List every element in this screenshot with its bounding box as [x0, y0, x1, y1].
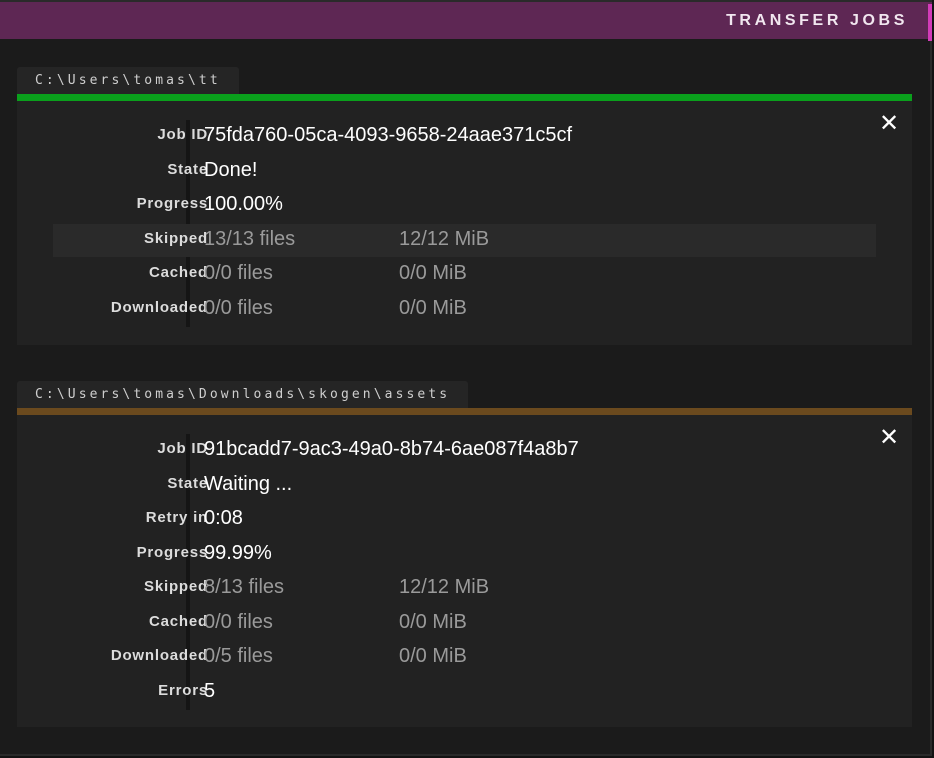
row-cached: Cached 0/0 files 0/0 MiB — [53, 607, 876, 640]
status-bar — [17, 408, 912, 415]
close-icon[interactable]: ✕ — [876, 425, 902, 451]
job-card: ✕ Job ID 91bcadd7-9ac3-49a0-8b74-6ae087f… — [17, 415, 912, 727]
value-progress: 100.00% — [204, 193, 283, 215]
value-state: Done! — [204, 159, 258, 181]
value-skipped-files: 8/13 files — [204, 576, 285, 598]
value-skipped-size: 12/12 MiB — [399, 576, 490, 598]
row-downloaded: Downloaded 0/0 files 0/0 MiB — [53, 293, 876, 326]
close-icon[interactable]: ✕ — [876, 111, 902, 137]
value-retry-in: 0:08 — [204, 507, 243, 529]
label-job-id: Job ID — [157, 126, 208, 143]
value-skipped-size: 12/12 MiB — [399, 228, 490, 250]
value-cached-files: 0/0 files — [204, 262, 273, 284]
row-job-id: Job ID 75fda760-05ca-4093-9658-24aae371c… — [53, 120, 876, 153]
value-downloaded-files: 0/0 files — [204, 297, 273, 319]
row-errors: Errors 5 — [53, 676, 876, 709]
value-cached-size: 0/0 MiB — [399, 611, 467, 633]
row-downloaded: Downloaded 0/5 files 0/0 MiB — [53, 641, 876, 674]
value-job-id: 75fda760-05ca-4093-9658-24aae371c5cf — [204, 124, 573, 146]
value-downloaded-size: 0/0 MiB — [399, 645, 467, 667]
label-state: State — [167, 475, 208, 492]
row-state: State Done! — [53, 155, 876, 188]
job-panel: C:\Users\tomas\Downloads\skogen\assets ✕… — [17, 381, 912, 728]
value-job-id: 91bcadd7-9ac3-49a0-8b74-6ae087f4a8b7 — [204, 438, 579, 460]
label-cached: Cached — [149, 613, 208, 630]
row-cached: Cached 0/0 files 0/0 MiB — [53, 258, 876, 291]
label-skipped: Skipped — [144, 578, 208, 595]
job-path-tab[interactable]: C:\Users\tomas\Downloads\skogen\assets — [17, 381, 469, 408]
row-skipped: Skipped 13/13 files 12/12 MiB — [53, 224, 876, 257]
label-errors: Errors — [158, 682, 208, 699]
value-state: Waiting ... — [204, 473, 293, 495]
row-job-id: Job ID 91bcadd7-9ac3-49a0-8b74-6ae087f4a… — [53, 434, 876, 467]
header-bar: TRANSFER JOBS — [0, 0, 932, 41]
label-downloaded: Downloaded — [110, 299, 208, 316]
row-retry-in: Retry in 0:08 — [53, 503, 876, 536]
value-cached-files: 0/0 files — [204, 611, 273, 633]
row-skipped: Skipped 8/13 files 12/12 MiB — [53, 572, 876, 605]
value-cached-size: 0/0 MiB — [399, 262, 467, 284]
header-accent — [928, 4, 932, 41]
job-path-tab[interactable]: C:\Users\tomas\tt — [17, 67, 239, 94]
row-progress: Progress 100.00% — [53, 189, 876, 222]
header-title: TRANSFER JOBS — [726, 12, 908, 29]
status-bar — [17, 94, 912, 101]
label-cached: Cached — [149, 264, 208, 281]
value-errors: 5 — [204, 680, 216, 702]
label-progress: Progress — [136, 544, 208, 561]
label-skipped: Skipped — [144, 230, 208, 247]
label-state: State — [167, 161, 208, 178]
value-progress: 99.99% — [204, 542, 272, 564]
value-downloaded-size: 0/0 MiB — [399, 297, 467, 319]
row-progress: Progress 99.99% — [53, 538, 876, 571]
label-downloaded: Downloaded — [110, 647, 208, 664]
job-panel: C:\Users\tomas\tt ✕ Job ID 75fda760-05ca… — [17, 67, 912, 345]
value-skipped-files: 13/13 files — [204, 228, 296, 250]
transfer-jobs-window: TRANSFER JOBS C:\Users\tomas\tt ✕ Job ID… — [0, 0, 932, 756]
label-retry-in: Retry in — [145, 509, 208, 526]
job-card: ✕ Job ID 75fda760-05ca-4093-9658-24aae37… — [17, 101, 912, 345]
row-state: State Waiting ... — [53, 469, 876, 502]
label-job-id: Job ID — [157, 440, 208, 457]
value-downloaded-files: 0/5 files — [204, 645, 273, 667]
label-progress: Progress — [136, 195, 208, 212]
